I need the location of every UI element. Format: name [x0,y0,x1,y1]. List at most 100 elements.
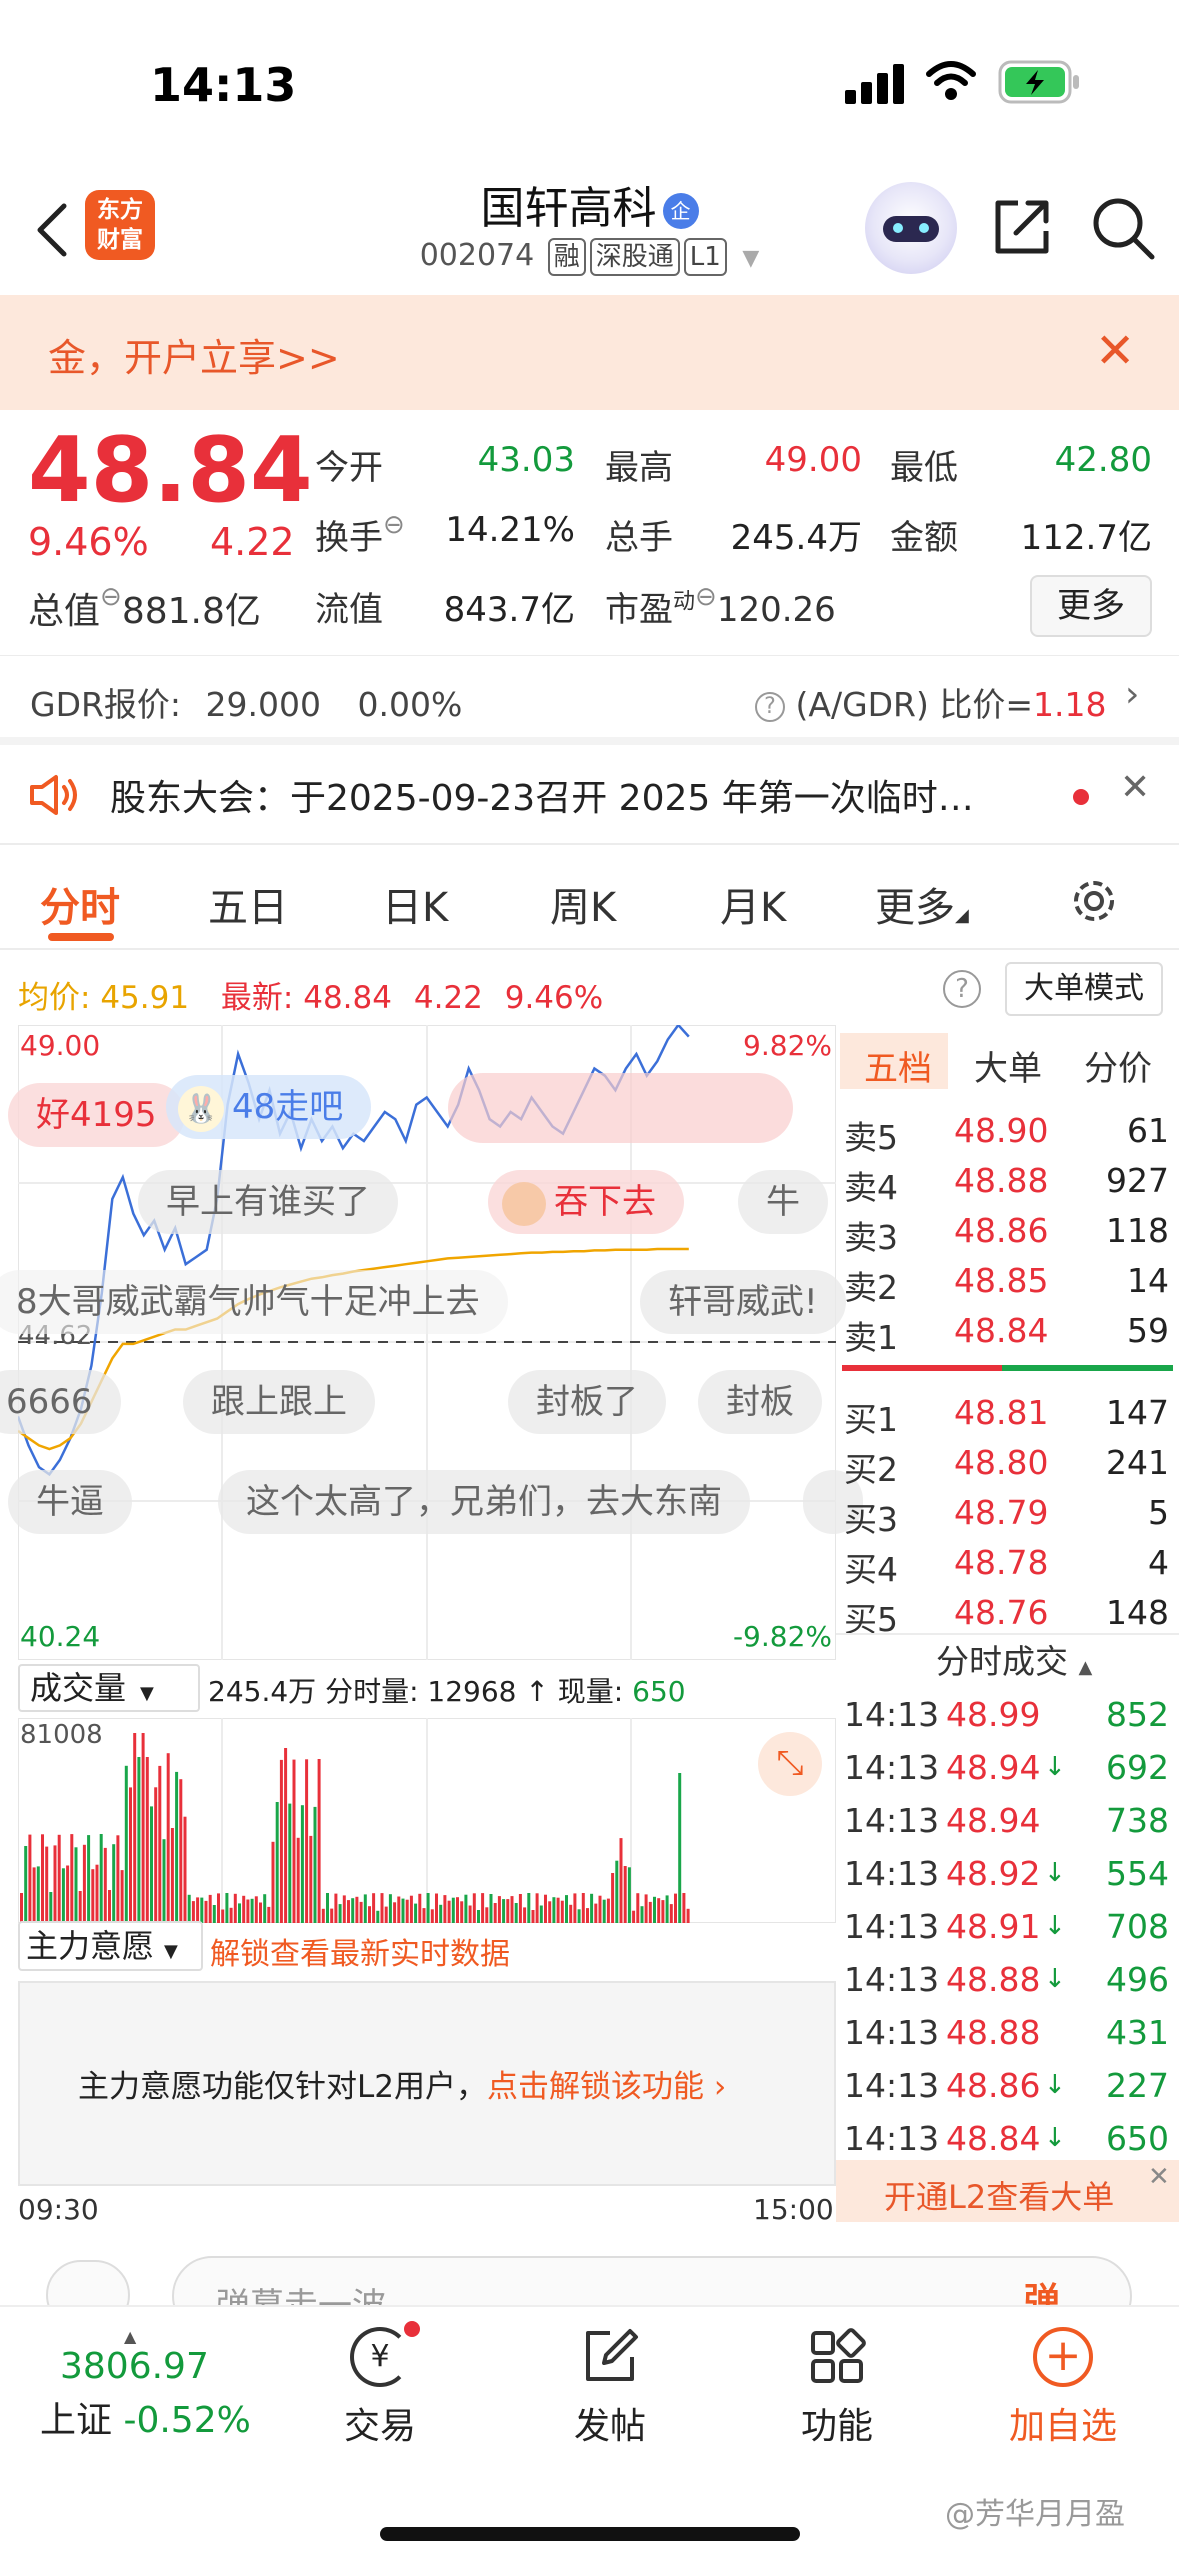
volume-bar [326,1893,329,1923]
volume-bar [229,1907,233,1923]
volume-bar [351,1898,355,1923]
volume-bar [82,1844,86,1923]
volume-bar [70,1834,74,1923]
ask-volume: 61 [1127,1111,1169,1150]
robot-assistant-icon[interactable] [865,182,957,274]
gdr-bar[interactable]: GDR报价: 29.000 0.00% ? (A/GDR) 比价=1.18 › [0,655,1179,745]
l2-banner[interactable]: 开通L2查看大单 ✕ [836,2160,1179,2222]
danmu-bubble: 6666 [0,1370,121,1434]
volume-bar [309,1835,313,1923]
volume-bar [535,1893,539,1923]
tab-five-day[interactable]: 五日 [208,875,288,933]
volume-bar [527,1893,531,1923]
trades-title[interactable]: 分时成交 ▲ [936,1635,1092,1683]
gdr-label: GDR报价: [30,685,182,724]
intraday-chart[interactable]: 49.00 9.82% 44.62 40.24 -9.82% 好4195 🐰 48… [0,1025,863,1660]
trade-price: 48.94 [946,1801,1041,1840]
volume-bar [477,1910,480,1923]
tab-intraday[interactable]: 分时 [40,875,120,933]
trade-time: 14:13 [844,1854,940,1893]
trade-time: 14:13 [844,1801,940,1840]
volume-bar [518,1894,522,1923]
tab-monthly-k[interactable]: 月K [720,875,786,933]
close-icon[interactable]: ✕ [1148,2162,1170,2192]
bid-label: 买3 [844,1500,898,1539]
search-icon[interactable] [1090,195,1156,261]
chevron-down-icon: ▼ [140,1683,154,1704]
volume-bar [397,1896,401,1923]
big-order-mode-button[interactable]: 大单模式 [1005,962,1163,1016]
notice-bar[interactable]: 股东大会：于2025-09-23召开 2025 年第一次临时… ✕ [0,745,1179,845]
volume-bar [233,1893,237,1923]
ask-price: 48.88 [954,1161,1049,1200]
ask-price: 48.85 [954,1261,1049,1300]
volume-bar [175,1771,179,1923]
volume-bar [447,1900,451,1923]
nav-functions[interactable]: 功能 [757,2327,917,2449]
volume-bar [221,1909,225,1923]
help-icon[interactable]: ? [943,970,981,1008]
chevron-down-icon: ▼ [742,246,760,271]
nav-trade[interactable]: ¥ 交易 [300,2321,460,2449]
market-index[interactable]: ▲ 3806.97 上证 -0.52% [40,2327,280,2443]
volume-bar [573,1893,577,1923]
promo-banner[interactable]: 金，开户立享>> ✕ [0,295,1179,410]
amount-value: 112.7亿 [1020,518,1152,558]
main-force-selector[interactable]: 主力意愿 ▼ [18,1921,203,1971]
trade-row: 14:13 48.86 ↓ 227 [836,2058,1179,2108]
nav-add-watchlist[interactable]: + 加自选 [983,2327,1143,2449]
pct-bottom-label: -9.82% [732,1620,832,1653]
tab-price-distribution[interactable]: 分价 [1084,1041,1152,1090]
margin-tag: 融 [547,238,586,276]
help-icon[interactable]: ? [755,691,785,722]
unlock-realtime-link[interactable]: 解锁查看最新实时数据 [210,1929,510,1973]
volume-bar [36,1866,40,1923]
volume-bar [619,1838,623,1923]
ask-bid-divider [842,1365,1002,1371]
volume-label: 总手 [605,518,673,558]
volume-bar [426,1893,430,1923]
notification-dot [404,2321,420,2337]
tab-daily-k[interactable]: 日K [382,875,448,933]
volume-bar [623,1866,627,1923]
change-amount: 4.22 [210,520,295,564]
down-arrow-icon: ↓ [1044,1858,1066,1888]
volume-bar [124,1765,128,1923]
unlock-feature-link[interactable]: 点击解锁该功能 › [487,2069,726,2105]
tab-five-levels[interactable]: 五档 [864,1041,932,1090]
volume-bar [678,1773,682,1923]
tab-more[interactable]: 更多◢ [875,875,969,933]
volume-bar [422,1908,426,1923]
trade-price: 48.99 [946,1695,1041,1734]
pe-label: 市盈动⊖120.26 [605,582,836,630]
info-icon: ⊖ [695,582,717,612]
danmu-bubble: 牛 [738,1170,828,1234]
volume-bar [590,1893,594,1923]
turnover-value: 14.21% [445,510,575,550]
more-button[interactable]: 更多 [1030,575,1152,637]
bid-price: 48.76 [954,1593,1049,1632]
expand-icon[interactable]: ⤡ [758,1732,822,1796]
share-icon[interactable] [990,195,1054,259]
volume-bar [204,1900,208,1923]
volume-bar [347,1900,350,1923]
close-icon[interactable]: ✕ [1120,767,1150,808]
volume-bar [154,1787,158,1923]
latest-value: 48.84 [303,980,392,1016]
tab-big-orders[interactable]: 大单 [974,1041,1042,1090]
promo-text: 金，开户立享>> [48,336,340,380]
volume-chart-area: 成交量 ▼ 245.4万 分时量: 12968 ↑ 现量: 650 81008 ⤡ [18,1660,836,1925]
settings-gear-icon[interactable] [1068,875,1120,927]
volume-bar [598,1895,602,1923]
close-icon[interactable]: ✕ [1095,323,1135,379]
info-icon: ⊖ [383,510,405,540]
volume-bar [388,1894,392,1923]
nav-post[interactable]: 发帖 [530,2327,690,2449]
high-label: 最高 [605,448,673,488]
volume-bar [162,1839,166,1923]
volume-selector[interactable]: 成交量 ▼ [18,1664,200,1712]
trade-row: 14:13 48.94 ↓ 692 [836,1740,1179,1790]
volume-bar [464,1894,468,1923]
volume-bar [451,1897,455,1923]
tab-weekly-k[interactable]: 周K [550,875,616,933]
